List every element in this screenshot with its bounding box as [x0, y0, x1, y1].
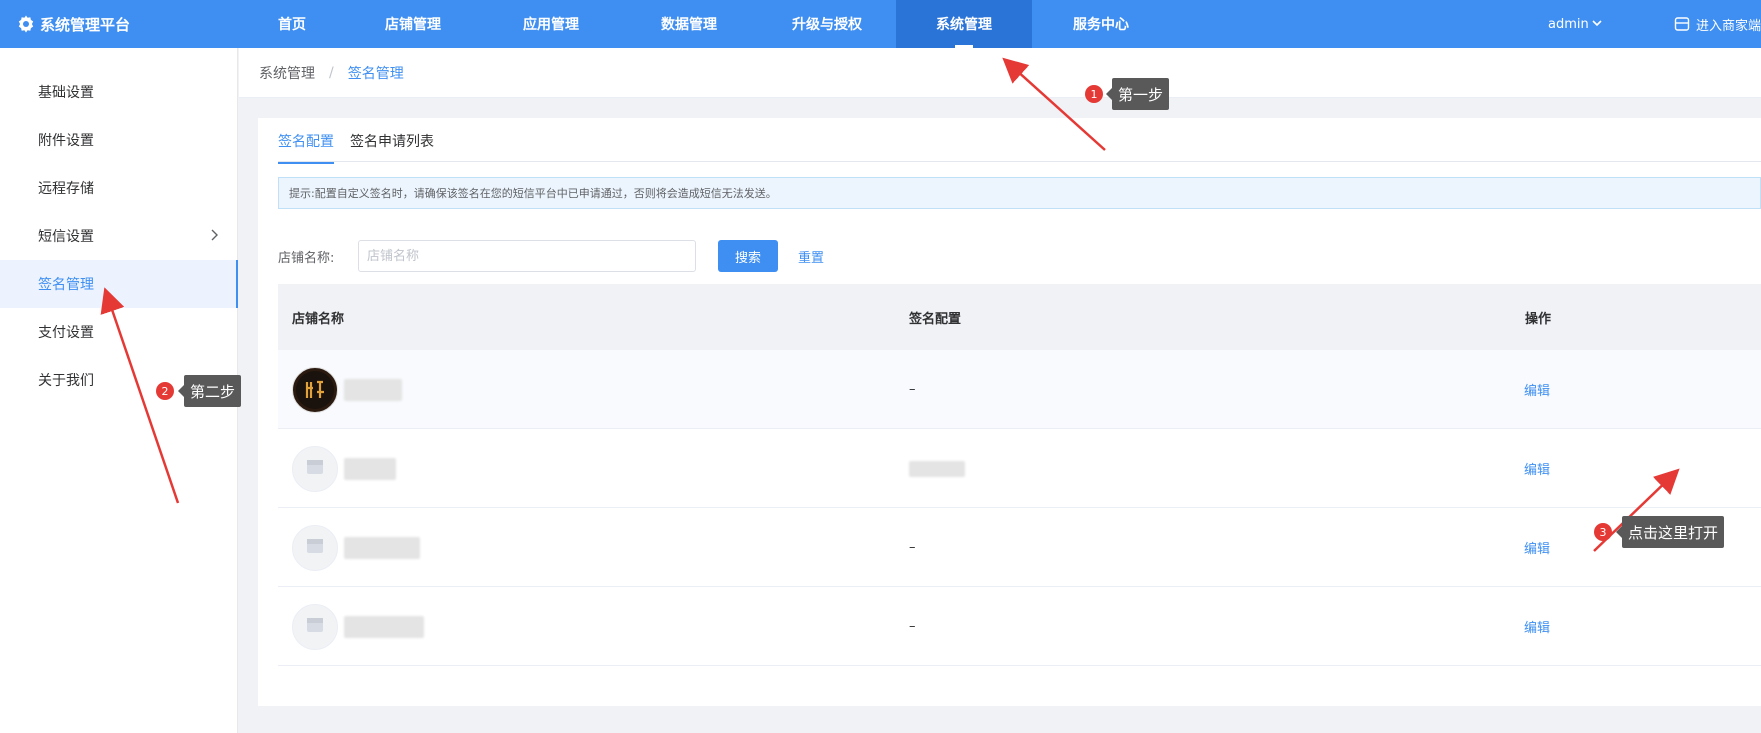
table-row: – 编辑 — [278, 508, 1761, 587]
store-icon — [304, 535, 326, 561]
nav-app-management[interactable]: 应用管理 — [482, 0, 620, 48]
callout-step-2: 第二步 — [177, 375, 242, 407]
gear-icon — [16, 14, 36, 34]
edit-link[interactable]: 编辑 — [1524, 587, 1550, 666]
signature-cell: – — [909, 619, 916, 634]
merchant-link-label: 进入商家端 — [1696, 18, 1761, 34]
shop-name-cell — [292, 350, 402, 429]
blurred-shop-name — [344, 536, 420, 559]
table-header: 店铺名称 签名配置 操作 — [278, 284, 1761, 350]
nav-shop-management[interactable]: 店铺管理 — [344, 0, 482, 48]
nav-upgrade-license[interactable]: 升级与授权 — [758, 0, 896, 48]
nav-data-management[interactable]: 数据管理 — [620, 0, 758, 48]
blurred-shop-name — [344, 457, 396, 480]
signature-cell: – — [909, 382, 916, 397]
table-row: – 编辑 — [278, 587, 1761, 666]
sidebar-item-label: 签名管理 — [38, 277, 94, 293]
edit-link[interactable]: 编辑 — [1524, 508, 1550, 587]
sidebar-item-remote-storage[interactable]: 远程存储 — [0, 164, 238, 212]
sidebar-item-label: 短信设置 — [38, 229, 94, 245]
blurred-shop-name — [344, 378, 402, 401]
tab-bar: 签名配置 签名申请列表 — [278, 118, 1761, 164]
user-menu[interactable]: admin — [1548, 0, 1602, 48]
store-icon — [304, 456, 326, 482]
column-header-signature-config: 签名配置 — [909, 311, 962, 327]
nav-service-center[interactable]: 服务中心 — [1032, 0, 1170, 48]
enter-merchant-link[interactable]: 进入商家端 — [1674, 0, 1761, 48]
step-badge-3: 3 — [1594, 523, 1612, 541]
breadcrumb-separator: / — [329, 64, 334, 81]
shop-name-cell — [292, 587, 424, 666]
main-nav: 首页 店铺管理 应用管理 数据管理 升级与授权 系统管理 服务中心 — [240, 0, 1170, 48]
nav-system-management[interactable]: 系统管理 — [896, 0, 1032, 48]
column-header-shop-name: 店铺名称 — [292, 311, 345, 327]
signature-cell: – — [909, 540, 916, 555]
shop-avatar — [292, 366, 338, 413]
step-badge-1: 1 — [1085, 85, 1103, 103]
sidebar-item-label: 关于我们 — [38, 373, 94, 389]
step-badge-2: 2 — [156, 382, 174, 400]
shop-avatar — [292, 445, 338, 492]
app-title: 系统管理平台 — [40, 15, 131, 34]
sidebar-item-signature-management[interactable]: 签名管理 — [0, 260, 238, 308]
column-header-actions: 操作 — [1525, 311, 1552, 327]
breadcrumb-current: 签名管理 — [347, 65, 404, 82]
shop-name-label: 店铺名称: — [278, 250, 335, 266]
tip-text: 提示:配置自定义签名时，请确保该签名在您的短信平台中已申请通过，否则将会造成短信… — [289, 187, 777, 200]
store-icon — [1674, 16, 1690, 32]
sidebar-item-sms-settings[interactable]: 短信设置 — [0, 212, 238, 260]
tip-alert: 提示:配置自定义签名时，请确保该签名在您的短信平台中已申请通过，否则将会造成短信… — [278, 177, 1761, 209]
chevron-down-icon — [1592, 19, 1602, 30]
sidebar-item-basic-settings[interactable]: 基础设置 — [0, 68, 238, 116]
sidebar-item-payment-settings[interactable]: 支付设置 — [0, 308, 238, 356]
callout-step-3: 点击这里打开 — [1615, 516, 1725, 548]
tab-signature-application-list[interactable]: 签名申请列表 — [350, 131, 434, 162]
table-row: – 编辑 — [278, 350, 1761, 429]
search-button[interactable]: 搜索 — [718, 240, 778, 272]
shop-name-cell — [292, 508, 420, 587]
shop-avatar — [292, 524, 338, 571]
breadcrumb: 系统管理 / 签名管理 — [239, 48, 1761, 98]
chevron-right-icon — [206, 227, 222, 243]
edit-link[interactable]: 编辑 — [1524, 429, 1550, 508]
shop-avatar — [292, 603, 338, 650]
content-card: 签名配置 签名申请列表 提示:配置自定义签名时，请确保该签名在您的短信平台中已申… — [258, 118, 1761, 706]
sidebar-item-label: 基础设置 — [38, 85, 94, 101]
breadcrumb-parent[interactable]: 系统管理 — [259, 63, 315, 83]
blurred-signature — [909, 460, 965, 477]
tab-signature-config[interactable]: 签名配置 — [278, 131, 334, 164]
edit-link[interactable]: 编辑 — [1524, 350, 1550, 429]
callout-step-1: 第一步 — [1105, 78, 1170, 110]
app-brand[interactable]: 系统管理平台 — [16, 0, 130, 48]
store-icon — [304, 614, 326, 640]
nav-home[interactable]: 首页 — [240, 0, 344, 48]
shop-name-cell — [292, 429, 396, 508]
sidebar-item-label: 支付设置 — [38, 325, 94, 341]
top-navbar: 系统管理平台 首页 店铺管理 应用管理 数据管理 升级与授权 系统管理 服务中心… — [0, 0, 1761, 48]
sidebar-item-label: 附件设置 — [38, 133, 94, 149]
sidebar-item-attachment-settings[interactable]: 附件设置 — [0, 116, 238, 164]
blurred-shop-name — [344, 615, 424, 638]
username: admin — [1548, 16, 1589, 32]
reset-link[interactable]: 重置 — [798, 240, 824, 272]
shop-signature-table: 店铺名称 签名配置 操作 – 编辑 编辑 – 编辑 – 编辑 — [278, 284, 1761, 666]
sidebar-item-label: 远程存储 — [38, 181, 94, 197]
table-row: 编辑 — [278, 429, 1761, 508]
signature-cell — [909, 429, 965, 508]
shop-name-search-input[interactable] — [358, 240, 696, 272]
